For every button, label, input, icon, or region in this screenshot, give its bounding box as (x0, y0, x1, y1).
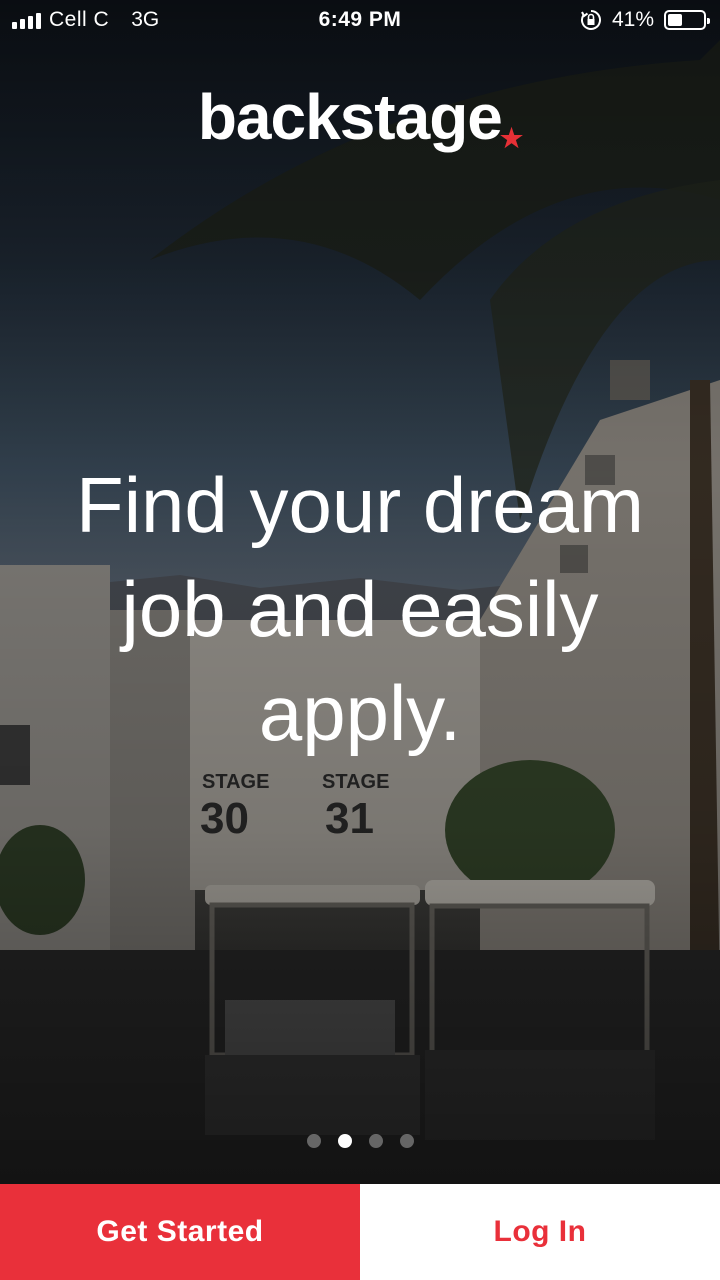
orientation-lock-icon (580, 10, 601, 30)
status-bar: Cell C 3G 6:49 PM 41% (0, 0, 720, 40)
headline-line: apply. (258, 669, 462, 757)
page-dot[interactable] (368, 1134, 383, 1148)
headline-line: job and easily (121, 565, 599, 653)
battery-percent: 41% (611, 8, 654, 31)
brand-logo: backstage★ (0, 80, 720, 154)
logo-wordmark: backstage (197, 81, 503, 153)
star-icon: ★ (499, 123, 523, 153)
page-dot[interactable] (337, 1134, 352, 1148)
battery-icon (664, 10, 710, 30)
headline-line: Find your dream (76, 461, 644, 549)
log-in-button[interactable]: Log In (360, 1184, 720, 1280)
get-started-button[interactable]: Get Started (0, 1184, 360, 1280)
onboarding-headline: Find your dream job and easily apply. (40, 453, 680, 765)
page-indicator[interactable] (0, 1134, 720, 1148)
page-dot[interactable] (399, 1134, 414, 1148)
page-dot[interactable] (306, 1134, 321, 1148)
